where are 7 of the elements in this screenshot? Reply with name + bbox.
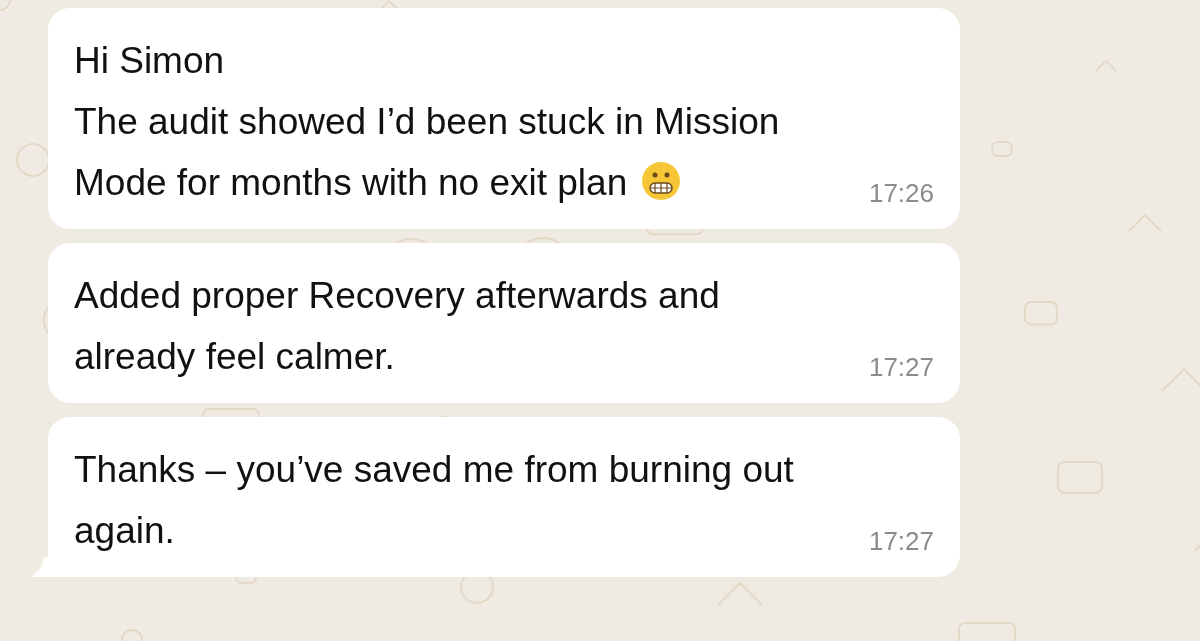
message-time: 17:26 bbox=[868, 178, 934, 210]
message-text: Hi Simon bbox=[74, 39, 226, 83]
message-text: The audit showed I’d been stuck in Mission Mode for months with no exit plan bbox=[74, 100, 781, 205]
message-text: Added proper Recovery afterwards and already feel calmer. bbox=[74, 274, 721, 379]
message-text: Thanks – you’ve saved me from burning out again. bbox=[74, 448, 795, 553]
message-time: 17:27 bbox=[868, 526, 934, 558]
message-time: 17:27 bbox=[868, 352, 934, 384]
